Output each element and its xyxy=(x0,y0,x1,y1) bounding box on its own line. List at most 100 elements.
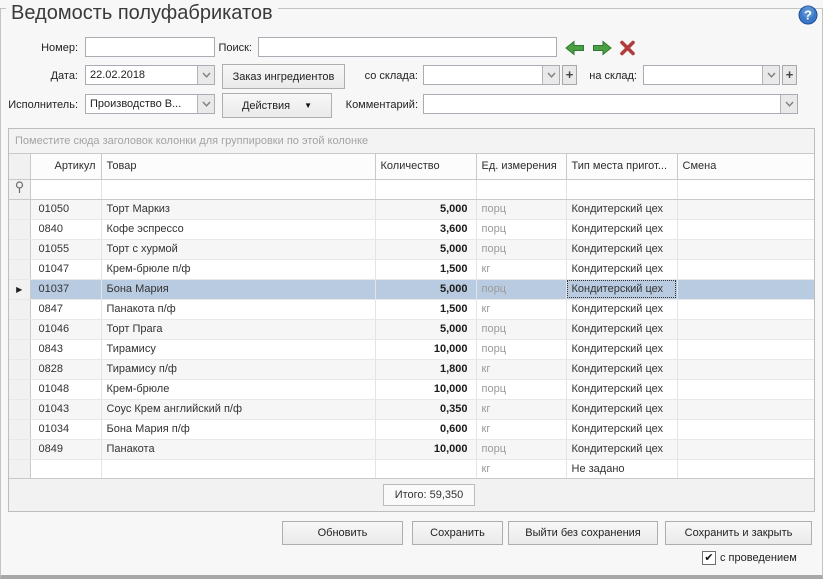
unit-cell[interactable]: кг xyxy=(476,259,566,279)
unit-cell[interactable]: порц xyxy=(476,439,566,459)
product-cell[interactable]: Бона Мария п/ф xyxy=(101,419,375,439)
arrow-right-icon[interactable] xyxy=(592,40,612,57)
table-row[interactable]: 01034Бона Мария п/ф0,600кгКондитерский ц… xyxy=(9,419,814,439)
chevron-down-icon[interactable] xyxy=(197,95,214,113)
actions-button[interactable]: Действия ▼ xyxy=(222,93,332,118)
shift-cell[interactable] xyxy=(677,339,814,359)
shift-cell[interactable] xyxy=(677,299,814,319)
table-row[interactable]: 0840Кофе эспрессо3,600порцКондитерский ц… xyxy=(9,219,814,239)
table-row[interactable]: 01050Торт Маркиз5,000порцКондитерский це… xyxy=(9,199,814,219)
filter-cell[interactable] xyxy=(677,179,814,199)
article-cell[interactable]: 0840 xyxy=(30,219,101,239)
article-cell[interactable]: 01043 xyxy=(30,399,101,419)
place-type-cell[interactable]: Кондитерский цех xyxy=(566,379,677,399)
product-cell[interactable]: Крем-брюле xyxy=(101,379,375,399)
unit-cell[interactable]: кг xyxy=(476,359,566,379)
unit-cell[interactable]: кг xyxy=(476,459,566,479)
unit-cell[interactable]: порц xyxy=(476,199,566,219)
comment-select[interactable] xyxy=(423,94,798,114)
unit-cell[interactable]: порц xyxy=(476,379,566,399)
table-row[interactable]: 0847Панакота п/ф1,500кгКондитерский цех xyxy=(9,299,814,319)
table-row[interactable]: 01043Соус Крем английский п/ф0,350кгКонд… xyxy=(9,399,814,419)
table-row[interactable]: 01055Торт с хурмой5,000порцКондитерский … xyxy=(9,239,814,259)
to-store-select[interactable] xyxy=(643,65,780,85)
add-to-store-button[interactable]: + xyxy=(782,65,797,85)
quantity-cell[interactable] xyxy=(375,459,476,479)
shift-cell[interactable] xyxy=(677,439,814,459)
place-type-cell[interactable]: Кондитерский цех xyxy=(566,259,677,279)
unit-cell[interactable]: кг xyxy=(476,419,566,439)
article-cell[interactable] xyxy=(30,459,101,479)
filter-cell[interactable] xyxy=(566,179,677,199)
unit-cell[interactable]: порц xyxy=(476,319,566,339)
number-input[interactable] xyxy=(85,37,215,57)
place-type-cell[interactable]: Не задано xyxy=(566,459,677,479)
help-icon[interactable]: ? xyxy=(798,5,818,25)
column-header-product[interactable]: Товар xyxy=(101,154,375,179)
shift-cell[interactable] xyxy=(677,419,814,439)
table-row[interactable]: 0828Тирамису п/ф1,800кгКондитерский цех xyxy=(9,359,814,379)
product-cell[interactable]: Торт Маркиз xyxy=(101,199,375,219)
quantity-cell[interactable]: 0,350 xyxy=(375,399,476,419)
product-cell[interactable]: Тирамису xyxy=(101,339,375,359)
unit-cell[interactable]: порц xyxy=(476,339,566,359)
place-type-cell[interactable]: Кондитерский цех xyxy=(566,319,677,339)
quantity-cell[interactable]: 1,500 xyxy=(375,299,476,319)
arrow-left-icon[interactable] xyxy=(565,40,585,57)
column-header-shift[interactable]: Смена xyxy=(677,154,814,179)
product-cell[interactable]: Торт Прага xyxy=(101,319,375,339)
table-row[interactable]: ▶01037Бона Мария5,000порцКондитерский це… xyxy=(9,279,814,299)
table-row[interactable]: 01047Крем-брюле п/ф1,500кгКондитерский ц… xyxy=(9,259,814,279)
quantity-cell[interactable]: 3,600 xyxy=(375,219,476,239)
unit-cell[interactable]: порц xyxy=(476,279,566,299)
filter-cell[interactable] xyxy=(101,179,375,199)
product-cell[interactable] xyxy=(101,459,375,479)
column-header-article[interactable]: Артикул xyxy=(30,154,101,179)
place-type-cell[interactable]: Кондитерский цех xyxy=(566,199,677,219)
executor-select[interactable]: Производство В... xyxy=(85,94,215,114)
exit-without-saving-button[interactable]: Выйти без сохранения xyxy=(508,521,658,545)
table-row[interactable]: 0843Тирамису10,000порцКондитерский цех xyxy=(9,339,814,359)
quantity-cell[interactable]: 10,000 xyxy=(375,339,476,359)
filter-row[interactable] xyxy=(9,179,814,199)
product-cell[interactable]: Торт с хурмой xyxy=(101,239,375,259)
filter-cell[interactable] xyxy=(30,179,101,199)
place-type-cell[interactable]: Кондитерский цех xyxy=(566,299,677,319)
chevron-down-icon[interactable] xyxy=(197,66,214,84)
chevron-down-icon[interactable] xyxy=(762,66,779,84)
product-cell[interactable]: Кофе эспрессо xyxy=(101,219,375,239)
quantity-cell[interactable]: 1,800 xyxy=(375,359,476,379)
article-cell[interactable]: 0828 xyxy=(30,359,101,379)
product-cell[interactable]: Тирамису п/ф xyxy=(101,359,375,379)
place-type-cell[interactable]: Кондитерский цех xyxy=(566,419,677,439)
article-cell[interactable]: 0843 xyxy=(30,339,101,359)
quantity-cell[interactable]: 0,600 xyxy=(375,419,476,439)
column-header-quantity[interactable]: Количество xyxy=(375,154,476,179)
shift-cell[interactable] xyxy=(677,379,814,399)
post-document-checkbox[interactable]: ✔ с проведением xyxy=(702,551,797,565)
from-store-select[interactable] xyxy=(423,65,560,85)
save-button[interactable]: Сохранить xyxy=(412,521,503,545)
quantity-cell[interactable]: 5,000 xyxy=(375,239,476,259)
shift-cell[interactable] xyxy=(677,219,814,239)
filter-cell[interactable] xyxy=(375,179,476,199)
unit-cell[interactable]: кг xyxy=(476,299,566,319)
quantity-cell[interactable]: 1,500 xyxy=(375,259,476,279)
chevron-down-icon[interactable] xyxy=(780,95,797,113)
article-cell[interactable]: 01047 xyxy=(30,259,101,279)
date-select[interactable]: 22.02.2018 xyxy=(85,65,215,85)
place-type-cell[interactable]: Кондитерский цех xyxy=(566,439,677,459)
article-cell[interactable]: 01046 xyxy=(30,319,101,339)
place-type-cell[interactable]: Кондитерский цех xyxy=(566,219,677,239)
shift-cell[interactable] xyxy=(677,239,814,259)
place-type-cell[interactable]: Кондитерский цех xyxy=(566,279,677,299)
search-input[interactable] xyxy=(258,37,557,57)
article-cell[interactable]: 0847 xyxy=(30,299,101,319)
quantity-cell[interactable]: 5,000 xyxy=(375,199,476,219)
shift-cell[interactable] xyxy=(677,359,814,379)
filter-cell[interactable] xyxy=(476,179,566,199)
article-cell[interactable]: 01048 xyxy=(30,379,101,399)
refresh-button[interactable]: Обновить xyxy=(282,521,403,545)
shift-cell[interactable] xyxy=(677,259,814,279)
article-cell[interactable]: 01034 xyxy=(30,419,101,439)
